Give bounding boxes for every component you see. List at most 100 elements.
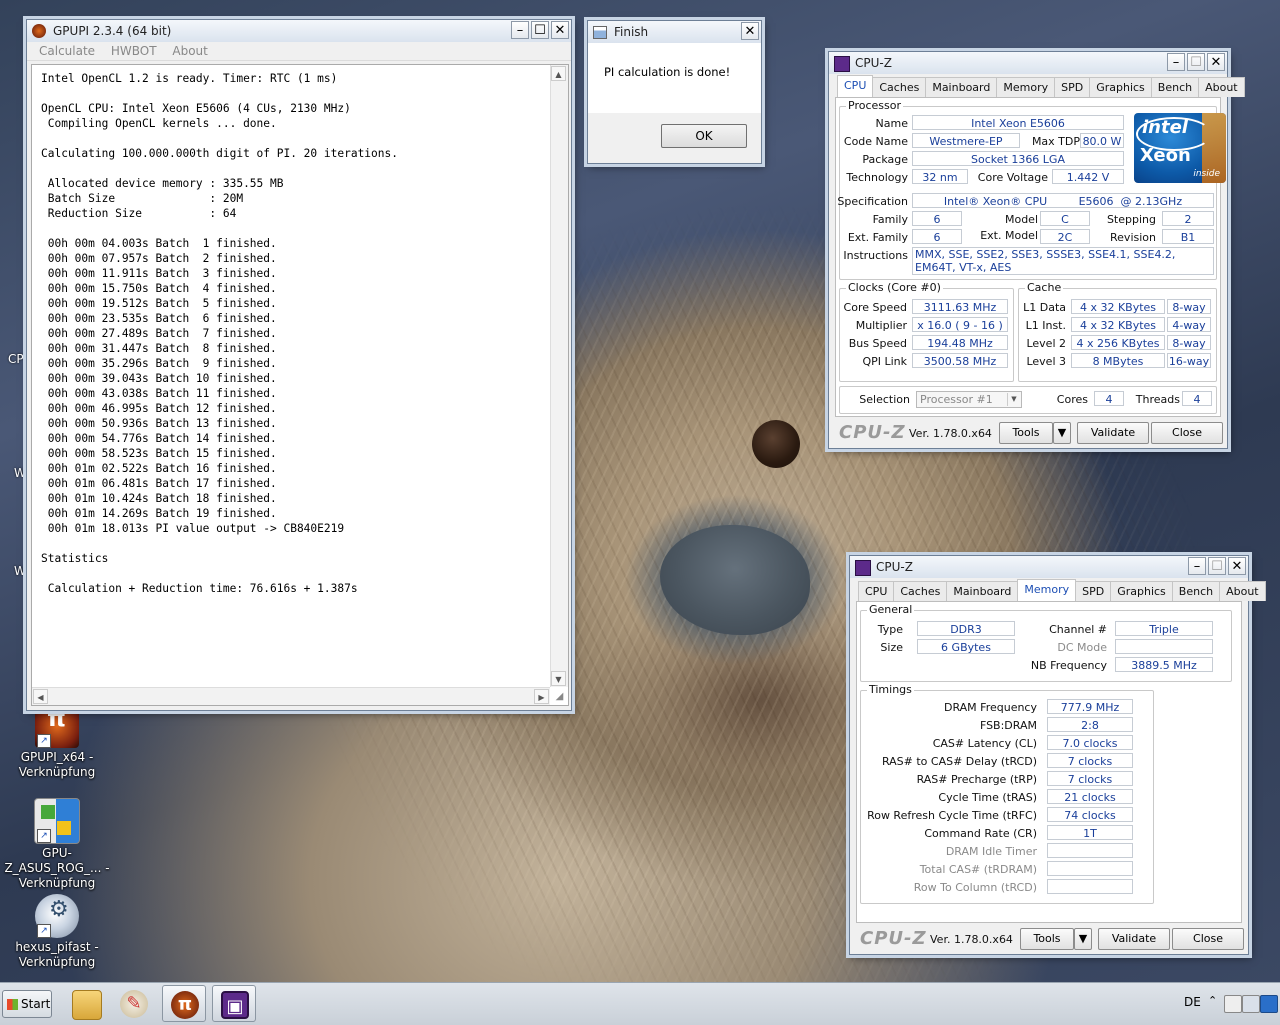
tab-bench[interactable]: Bench xyxy=(1171,581,1221,601)
close-button[interactable]: Close xyxy=(1172,928,1244,950)
tools-dropdown-chevron-icon[interactable]: ▼ xyxy=(1074,928,1092,950)
timing-value-command-rate: 1T xyxy=(1047,825,1133,840)
processor-select[interactable]: Processor #1 ▼ xyxy=(916,391,1022,408)
scroll-down-arrow-icon[interactable]: ▼ xyxy=(551,671,566,686)
menu-calculate[interactable]: Calculate xyxy=(39,44,95,58)
level3-way: 16-way xyxy=(1167,353,1211,368)
instructions-label: Instructions xyxy=(843,249,908,262)
cpuz-footer: CPU-Z Ver. 1.78.0.x64 Tools ▼ Validate C… xyxy=(854,926,1244,952)
taskbar-paint[interactable]: ✎ xyxy=(112,985,156,1022)
group-title: Timings xyxy=(867,683,914,696)
cpuz-title-bar[interactable]: CPU-Z – ☐ ✕ xyxy=(850,556,1248,578)
tools-dropdown-chevron-icon[interactable]: ▼ xyxy=(1053,422,1071,444)
tab-about[interactable]: About xyxy=(1198,77,1245,97)
tab-graphics[interactable]: Graphics xyxy=(1089,77,1152,97)
tab-cpu[interactable]: CPU xyxy=(837,75,874,97)
tab-caches[interactable]: Caches xyxy=(893,581,948,601)
taskbar-cpuz[interactable]: ▣ xyxy=(212,985,256,1022)
general-group: General Type DDR3 Size 6 GBytes Channel … xyxy=(860,603,1232,682)
core-voltage-value: 1.442 V xyxy=(1052,169,1124,184)
horizontal-scrollbar[interactable]: ◀ ▶ xyxy=(32,687,550,705)
validate-button[interactable]: Validate xyxy=(1077,422,1149,444)
specification-label: Specification xyxy=(837,195,908,208)
max-tdp-label: Max TDP xyxy=(1031,135,1080,148)
tab-memory[interactable]: Memory xyxy=(1017,579,1077,601)
show-hidden-icons-chevron-icon[interactable]: ⌃ xyxy=(1208,994,1217,1007)
tools-button[interactable]: Tools xyxy=(999,422,1053,444)
menu-about[interactable]: About xyxy=(172,44,207,58)
maximize-button[interactable]: ☐ xyxy=(1187,53,1205,71)
window-title: GPUPI 2.3.4 (64 bit) xyxy=(53,24,172,38)
chevron-down-icon: ▼ xyxy=(1007,393,1020,406)
threads-value: 4 xyxy=(1182,391,1212,406)
tab-caches[interactable]: Caches xyxy=(872,77,927,97)
close-button[interactable]: Close xyxy=(1151,422,1223,444)
cpuz-title-bar[interactable]: CPU-Z – ☐ ✕ xyxy=(829,52,1227,74)
close-button[interactable]: ✕ xyxy=(1228,557,1246,575)
l1-data-label: L1 Data xyxy=(1023,301,1066,314)
scroll-left-arrow-icon[interactable]: ◀ xyxy=(33,689,48,704)
tab-bench[interactable]: Bench xyxy=(1150,77,1200,97)
start-label: Start xyxy=(21,997,51,1011)
cpuz-logo: CPU-Z xyxy=(839,422,906,443)
memory-tab-panel: General Type DDR3 Size 6 GBytes Channel … xyxy=(856,601,1242,923)
tab-spd[interactable]: SPD xyxy=(1054,77,1091,97)
language-indicator[interactable]: DE xyxy=(1184,995,1201,1009)
tab-spd[interactable]: SPD xyxy=(1075,581,1112,601)
package-label: Package xyxy=(862,153,908,166)
logo-product: Xeon xyxy=(1140,145,1191,166)
scroll-up-arrow-icon[interactable]: ▲ xyxy=(551,66,566,81)
gpupi-menu-bar: Calculate HWBOT About xyxy=(27,42,571,61)
ok-button[interactable]: OK xyxy=(661,124,747,148)
group-title: Processor xyxy=(846,99,903,112)
channel-label: Channel # xyxy=(1049,623,1107,636)
taskbar-explorer[interactable] xyxy=(64,985,108,1022)
action-center-flag-icon[interactable] xyxy=(1224,995,1242,1013)
tab-graphics[interactable]: Graphics xyxy=(1110,581,1173,601)
ext-model-label: Ext. Model xyxy=(980,229,1038,242)
minimize-button[interactable]: – xyxy=(511,21,529,39)
taskbar: Start ✎ π ▣ DE ⌃ xyxy=(0,982,1280,1025)
logo-inside: inside xyxy=(1193,169,1220,179)
close-button[interactable]: ✕ xyxy=(551,21,569,39)
finish-title-bar[interactable]: Finish ✕ xyxy=(588,21,761,43)
scroll-right-arrow-icon[interactable]: ▶ xyxy=(534,689,549,704)
cache-group: Cache L1 Data 4 x 32 KBytes 8-way L1 Ins… xyxy=(1018,281,1217,382)
maximize-button[interactable]: ☐ xyxy=(1208,557,1226,575)
memory-size-value: 6 GBytes xyxy=(917,639,1015,654)
validate-button[interactable]: Validate xyxy=(1098,928,1170,950)
tools-button[interactable]: Tools xyxy=(1020,928,1074,950)
menu-hwbot[interactable]: HWBOT xyxy=(111,44,157,58)
stepping-value: 2 xyxy=(1162,211,1214,226)
close-button[interactable]: ✕ xyxy=(1207,53,1225,71)
gpupi-console-output[interactable]: Intel OpenCL 1.2 is ready. Timer: RTC (1… xyxy=(31,64,569,706)
tab-memory[interactable]: Memory xyxy=(996,77,1056,97)
qpi-link-value: 3500.58 MHz xyxy=(912,353,1008,368)
desktop-icon-gpupi[interactable]: π ↗ GPUPI_x64 - Verknüpfung xyxy=(2,704,112,780)
minimize-button[interactable]: – xyxy=(1167,53,1185,71)
timing-label-fsb-dram: FSB:DRAM xyxy=(979,719,1037,732)
ext-model-value: 2C xyxy=(1040,229,1090,244)
tab-mainboard[interactable]: Mainboard xyxy=(925,77,998,97)
package-value: Socket 1366 LGA xyxy=(912,151,1124,166)
vertical-scrollbar[interactable]: ▲ ▼ xyxy=(550,65,568,687)
ext-family-value: 6 xyxy=(912,229,962,244)
cpu-tab-panel: Processor Name Intel Xeon E5606 Code Nam… xyxy=(835,97,1226,417)
desktop-icon-hexus-pifast[interactable]: ⚙ ↗ hexus_pifast - Verknüpfung xyxy=(2,894,112,970)
resize-grip-icon[interactable]: ◢ xyxy=(551,688,568,705)
tab-cpu[interactable]: CPU xyxy=(858,581,895,601)
gpupi-title-icon xyxy=(32,24,46,38)
tab-about[interactable]: About xyxy=(1219,581,1266,601)
desktop-icon-label-partial: CP xyxy=(8,352,24,366)
maximize-button[interactable]: ☐ xyxy=(531,21,549,39)
timing-value-dram-idle-timer xyxy=(1047,843,1133,858)
desktop-icon-gpuz[interactable]: ↗ GPU-Z_ASUS_ROG_... - Verknüpfung xyxy=(2,798,112,891)
taskbar-gpupi[interactable]: π xyxy=(162,985,206,1022)
minimize-button[interactable]: – xyxy=(1188,557,1206,575)
tab-mainboard[interactable]: Mainboard xyxy=(946,581,1019,601)
network-icon[interactable] xyxy=(1260,995,1278,1013)
power-icon[interactable] xyxy=(1242,995,1260,1013)
close-button[interactable]: ✕ xyxy=(741,22,759,40)
gpupi-title-bar[interactable]: GPUPI 2.3.4 (64 bit) – ☐ ✕ xyxy=(27,20,571,42)
start-button[interactable]: Start xyxy=(2,990,52,1018)
